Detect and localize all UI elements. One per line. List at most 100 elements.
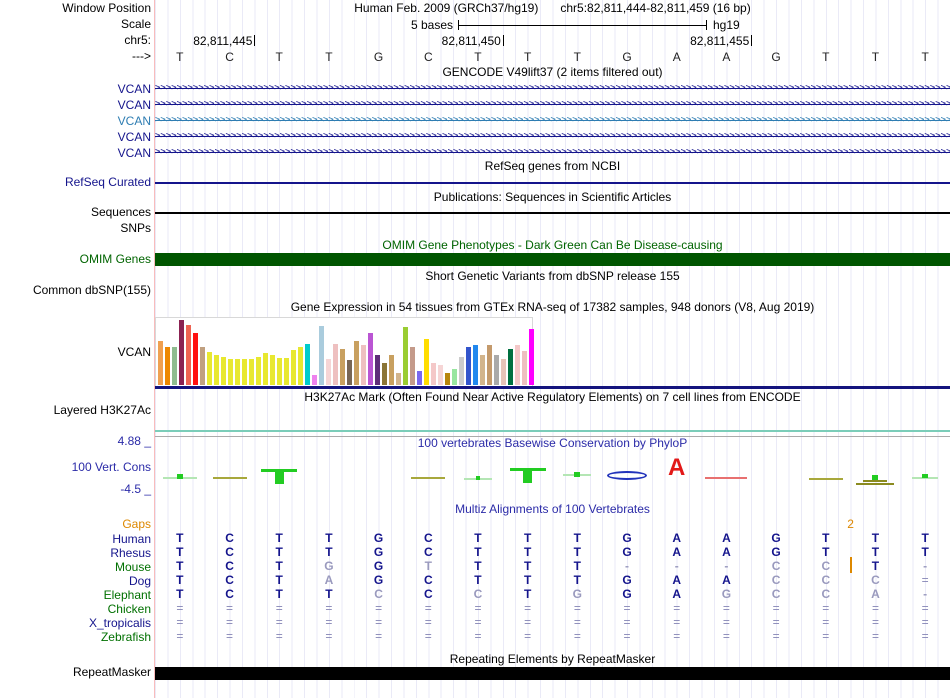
gtex-tissue-bar[interactable] [501,359,506,385]
gtex-tissue-bar[interactable] [284,358,289,385]
multiz-base-cell[interactable]: T [900,532,950,545]
gtex-tissue-bar[interactable] [263,353,268,385]
gencode-gene-label[interactable]: VCAN [0,98,151,112]
gtex-tissue-bar[interactable] [438,365,443,385]
multiz-base-cell[interactable]: T [503,588,553,601]
gencode-gene-label[interactable]: VCAN [0,82,151,96]
multiz-base-cell[interactable]: C [801,560,851,573]
multiz-base-cell[interactable]: = [900,616,950,629]
gtex-tissue-bar[interactable] [368,333,373,385]
phylop-score-line[interactable] [212,477,247,479]
multiz-base-cell[interactable]: = [751,630,801,643]
track-label-repeatmasker[interactable]: RepeatMasker [0,666,151,679]
multiz-base-cell[interactable]: = [453,616,503,629]
gtex-tissue-bar[interactable] [410,347,415,385]
multiz-base-cell[interactable]: G [702,588,752,601]
multiz-species-label[interactable]: Mouse [0,560,151,574]
multiz-base-cell[interactable]: A [304,574,354,587]
multiz-base-cell[interactable]: = [553,602,603,615]
gtex-tissue-bar[interactable] [494,355,499,385]
multiz-base-cell[interactable]: T [304,588,354,601]
gtex-tissue-bar[interactable] [193,333,198,385]
multiz-base-cell[interactable]: = [503,602,553,615]
multiz-base-cell[interactable]: A [652,546,702,559]
phylop-score-box[interactable] [176,474,183,479]
gencode-strand-arrows[interactable]: >>>>>>>>>>>>>>>>>>>>>>>>>>>>>>>>>>>>>>>>… [155,130,950,143]
multiz-base-cell[interactable]: G [304,560,354,573]
multiz-base-cell[interactable]: = [900,602,950,615]
gencode-gene-label[interactable]: VCAN [0,130,151,144]
gtex-tissue-bar[interactable] [333,344,338,385]
multiz-base-cell[interactable]: A [652,532,702,545]
repeatmasker-element-bar[interactable] [155,667,950,680]
track-label-sequences[interactable]: Sequences [0,206,151,219]
multiz-base-cell[interactable]: = [602,616,652,629]
track-title-gencode[interactable]: GENCODE V49lift37 (2 items filtered out) [155,66,950,79]
multiz-base-cell[interactable]: T [155,546,205,559]
multiz-base-cell[interactable]: = [751,616,801,629]
multiz-species-label[interactable]: Elephant [0,588,151,602]
multiz-base-cell[interactable]: T [801,546,851,559]
phylop-score-line[interactable] [856,483,895,485]
multiz-base-cell[interactable]: = [900,574,950,587]
phylop-score-line[interactable] [411,477,446,479]
multiz-base-cell[interactable]: T [155,574,205,587]
multiz-base-cell[interactable]: T [503,574,553,587]
multiz-base-cell[interactable]: C [801,588,851,601]
multiz-base-cell[interactable]: C [403,588,453,601]
multiz-base-cell[interactable]: = [304,630,354,643]
multiz-base-cell[interactable]: A [702,532,752,545]
gtex-tissue-bar[interactable] [375,355,380,385]
multiz-base-cell[interactable]: = [354,602,404,615]
multiz-base-cell[interactable]: C [851,574,901,587]
gtex-tissue-bar[interactable] [396,373,401,385]
multiz-base-cell[interactable]: = [205,616,255,629]
multiz-base-cell[interactable]: A [652,574,702,587]
multiz-base-cell[interactable]: = [304,602,354,615]
track-title-dbsnp[interactable]: Short Genetic Variants from dbSNP releas… [155,270,950,283]
multiz-base-cell[interactable]: = [205,630,255,643]
multiz-species-label[interactable]: Chicken [0,602,151,616]
gtex-tissue-bar[interactable] [466,347,471,385]
multiz-base-cell[interactable]: T [553,532,603,545]
multiz-base-cell[interactable]: = [254,602,304,615]
multiz-base-cell[interactable]: T [155,588,205,601]
multiz-base-cell[interactable]: = [354,630,404,643]
multiz-base-cell[interactable]: T [503,546,553,559]
gencode-gene-label[interactable]: VCAN [0,146,151,160]
gtex-tissue-bar[interactable] [249,359,254,385]
gtex-tissue-bar[interactable] [207,352,212,385]
gtex-tissue-bar[interactable] [242,359,247,385]
gtex-tissue-bar[interactable] [515,345,520,385]
gtex-tissue-bar[interactable] [326,359,331,385]
multiz-base-cell[interactable]: = [801,602,851,615]
multiz-base-cell[interactable]: G [354,546,404,559]
multiz-base-cell[interactable]: T [254,588,304,601]
track-label-gaps[interactable]: Gaps [0,518,151,531]
gtex-tissue-bar[interactable] [389,355,394,385]
multiz-base-cell[interactable]: C [453,588,503,601]
multiz-base-cell[interactable]: G [751,546,801,559]
h3k27ac-signal-line[interactable] [155,430,950,432]
multiz-base-cell[interactable]: - [652,560,702,573]
track-title-h3k27ac[interactable]: H3K27Ac Mark (Often Found Near Active Re… [155,391,950,404]
gtex-tissue-bar[interactable] [529,329,534,385]
multiz-base-cell[interactable]: T [553,574,603,587]
multiz-species-label[interactable]: Human [0,532,151,546]
gtex-tissue-bar[interactable] [417,371,422,385]
gtex-tissue-bar[interactable] [214,355,219,385]
gtex-tissue-bar[interactable] [459,357,464,385]
gtex-tissue-bar[interactable] [221,357,226,385]
multiz-base-cell[interactable]: G [354,532,404,545]
multiz-base-cell[interactable]: C [403,574,453,587]
multiz-species-label[interactable]: Rhesus [0,546,151,560]
track-title-gtex[interactable]: Gene Expression in 54 tissues from GTEx … [155,301,950,314]
multiz-base-cell[interactable]: = [652,616,702,629]
multiz-base-cell[interactable]: T [155,532,205,545]
multiz-base-cell[interactable]: T [453,560,503,573]
multiz-base-cell[interactable]: = [851,602,901,615]
multiz-base-cell[interactable]: = [851,630,901,643]
multiz-base-cell[interactable]: C [205,560,255,573]
multiz-base-cell[interactable]: A [652,588,702,601]
gtex-tissue-bar[interactable] [256,357,261,385]
